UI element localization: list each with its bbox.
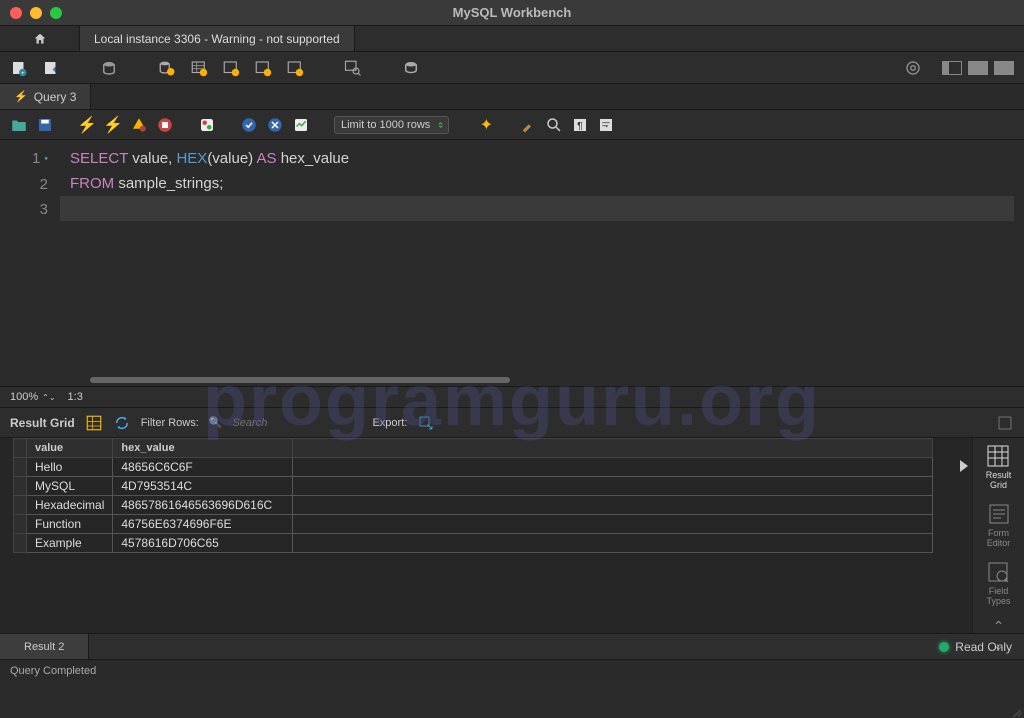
table-row[interactable]: Example4578616D706C65: [14, 534, 933, 553]
filter-input[interactable]: [232, 417, 312, 429]
svg-text:¶: ¶: [577, 119, 583, 131]
new-sql-icon[interactable]: +: [10, 59, 28, 77]
result-area: value hex_value Hello48656C6C6FMySQL4D79…: [0, 438, 1024, 633]
save-file-icon[interactable]: [36, 116, 54, 134]
result-grid-tool[interactable]: Result Grid: [986, 444, 1012, 490]
titlebar: MySQL Workbench: [0, 0, 1024, 26]
panel-right-icon[interactable]: [994, 61, 1014, 75]
cursor-position: 1:3: [68, 391, 83, 403]
row-header-col: [14, 439, 27, 458]
wrap-icon[interactable]: [597, 116, 615, 134]
table-icon[interactable]: [190, 59, 208, 77]
find-icon[interactable]: [545, 116, 563, 134]
field-types-tool[interactable]: Field Types: [986, 560, 1010, 606]
wrap-cell-icon[interactable]: [996, 414, 1014, 432]
connection-tab[interactable]: Local instance 3306 - Warning - not supp…: [80, 26, 355, 51]
rollback-icon[interactable]: [266, 116, 284, 134]
readonly-light-icon: [939, 642, 949, 652]
form-editor-tool[interactable]: Form Editor: [987, 502, 1011, 548]
readonly-indicator: Read Only: [939, 640, 1012, 654]
invisible-icon[interactable]: ¶: [571, 116, 589, 134]
open-sql-icon[interactable]: [42, 59, 60, 77]
table-row[interactable]: Hello48656C6C6F: [14, 458, 933, 477]
query-tab[interactable]: ⚡ Query 3: [0, 84, 91, 109]
table-row[interactable]: Function46756E6374696F6E: [14, 515, 933, 534]
lightning-icon: ⚡: [14, 90, 28, 103]
limit-select[interactable]: Limit to 1000 rows: [334, 116, 449, 134]
zoom-arrows-icon[interactable]: ⌃⌄: [42, 393, 55, 402]
sql-editor[interactable]: 1● 2 3 SELECT value, HEX(value) AS hex_v…: [0, 140, 1024, 380]
result-tab[interactable]: Result 2: [0, 634, 89, 659]
home-button[interactable]: [0, 26, 80, 51]
result-tabs: Result 2 Read Only: [0, 633, 1024, 659]
editor-status: 100% ⌃⌄ 1:3: [0, 386, 1024, 408]
filter-label: Filter Rows:: [141, 417, 199, 429]
reconnect-icon[interactable]: [402, 59, 420, 77]
col-hex[interactable]: hex_value: [113, 439, 293, 458]
view-icon[interactable]: [222, 59, 240, 77]
refresh-icon[interactable]: [113, 414, 131, 432]
search-icon: 🔍: [209, 416, 223, 429]
execute-current-icon[interactable]: ⚡: [104, 116, 122, 134]
inspector-icon[interactable]: [100, 59, 118, 77]
func-icon[interactable]: [286, 59, 304, 77]
export-label: Export:: [372, 417, 407, 429]
chevron-up-icon[interactable]: ⌃: [993, 618, 1005, 635]
main-toolbar: +: [0, 52, 1024, 84]
toggle-icon[interactable]: [198, 116, 216, 134]
result-grid[interactable]: value hex_value Hello48656C6C6FMySQL4D79…: [13, 438, 933, 553]
col-value[interactable]: value: [27, 439, 113, 458]
db-icon[interactable]: [158, 59, 176, 77]
proc-icon[interactable]: [254, 59, 272, 77]
stop-icon[interactable]: [156, 116, 174, 134]
code-area[interactable]: SELECT value, HEX(value) AS hex_value FR…: [60, 140, 1024, 380]
open-file-icon[interactable]: [10, 116, 28, 134]
result-toolbar: Result Grid Filter Rows: 🔍 Export:: [0, 408, 1024, 438]
query-tabs: ⚡ Query 3: [0, 84, 1024, 110]
table-row[interactable]: Hexadecimal48657861646563696D616C: [14, 496, 933, 515]
zoom-level: 100%: [10, 391, 38, 403]
export-icon[interactable]: [417, 414, 435, 432]
status-bar: Query Completed: [0, 659, 1024, 681]
status-text: Query Completed: [10, 665, 96, 677]
brush-icon[interactable]: [519, 116, 537, 134]
svg-text:+: +: [21, 70, 25, 76]
panel-bottom-icon[interactable]: [968, 61, 988, 75]
panel-left-icon[interactable]: [942, 61, 962, 75]
editor-toolbar: ⚡ ⚡ Limit to 1000 rows ✦ ¶: [0, 110, 1024, 140]
resize-corner[interactable]: [1008, 702, 1024, 718]
table-row[interactable]: MySQL4D7953514C: [14, 477, 933, 496]
explain-icon[interactable]: [130, 116, 148, 134]
result-side-toolbar: Result Grid Form Editor Field Types ⌃ ⌄: [972, 438, 1024, 633]
editor-hscroll[interactable]: [0, 377, 1024, 383]
commit-icon[interactable]: [240, 116, 258, 134]
beautify-icon[interactable]: ✦: [477, 116, 495, 134]
expand-arrow-icon[interactable]: [960, 460, 968, 472]
query-tab-label: Query 3: [34, 90, 77, 104]
autocommit-icon[interactable]: [292, 116, 310, 134]
line-gutter: 1● 2 3: [0, 140, 60, 380]
result-grid-label: Result Grid: [10, 416, 75, 430]
search-table-icon[interactable]: [344, 59, 362, 77]
gear-icon[interactable]: [904, 59, 922, 77]
window-title: MySQL Workbench: [0, 5, 1024, 20]
connection-tabs: Local instance 3306 - Warning - not supp…: [0, 26, 1024, 52]
grid-view-icon[interactable]: [85, 414, 103, 432]
execute-icon[interactable]: ⚡: [78, 116, 96, 134]
